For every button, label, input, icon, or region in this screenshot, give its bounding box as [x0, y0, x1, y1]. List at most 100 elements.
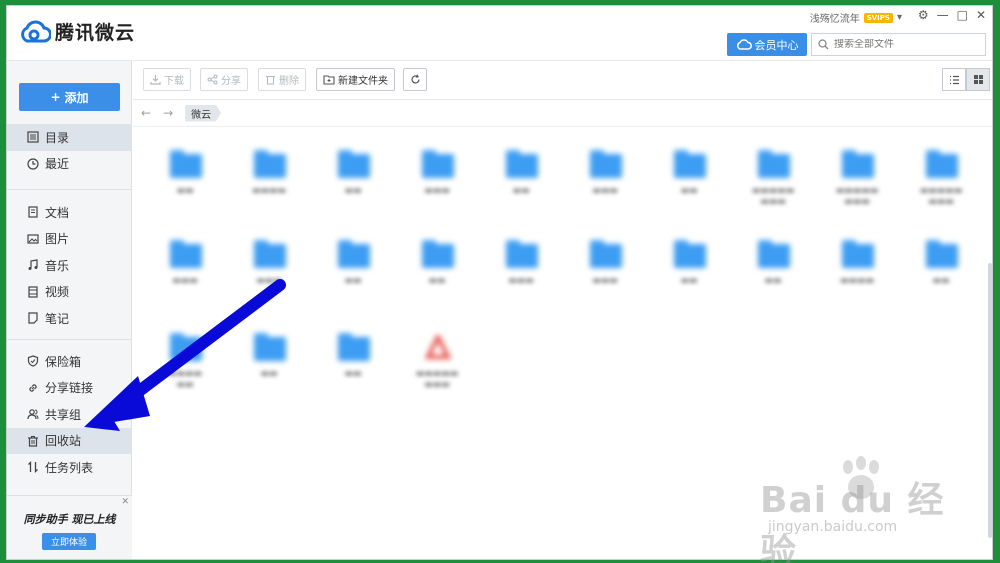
sidebar-item-shared-group[interactable]: 共享组 — [7, 401, 132, 428]
sidebar-item-label: 文档 — [45, 205, 70, 220]
pdf-file-item[interactable]: ▬▬▬▬▬ ▬▬▬ — [397, 333, 477, 413]
folder-icon — [758, 150, 790, 178]
file-name: ▬▬▬▬ — [839, 276, 874, 286]
breadcrumb-current[interactable]: 微云 — [185, 104, 222, 122]
sidebar-item-safe[interactable]: 保险箱 — [7, 348, 132, 375]
sidebar-item-recycle-bin[interactable]: 回收站 — [7, 427, 132, 454]
nav-group-main: 目录 最近 — [7, 124, 132, 177]
sidebar-item-label: 回收站 — [45, 434, 82, 449]
download-button[interactable]: 下载 — [143, 68, 191, 91]
file-name: ▬▬▬▬▬ ▬▬▬ — [415, 369, 459, 390]
new-folder-button[interactable]: 新建文件夹 — [316, 68, 395, 91]
minimize-icon[interactable]: — — [937, 8, 949, 22]
folder-item[interactable]: ▬▬▬ — [565, 240, 645, 320]
sidebar: + 添加 目录 最近 文档 图片 音乐 视频 笔记 保险箱 分享链接 共享组 回… — [7, 60, 132, 559]
vip-center-label: 会员中心 — [754, 38, 799, 52]
folder-item[interactable]: ▬▬ — [733, 240, 813, 320]
file-name: ▬▬ — [344, 369, 362, 379]
file-name: ▬▬▬▬ — [251, 186, 286, 196]
folder-item[interactable]: ▬▬▬ — [397, 150, 477, 230]
folder-item[interactable]: ▬▬▬ — [565, 150, 645, 230]
folder-icon — [674, 240, 706, 268]
clock-icon — [26, 157, 39, 170]
folder-icon — [170, 150, 202, 178]
share-button[interactable]: 分享 — [200, 68, 248, 91]
grid-view-button[interactable] — [966, 68, 990, 91]
scrollbar[interactable] — [988, 263, 992, 538]
back-arrow-icon[interactable]: ← — [141, 106, 151, 120]
folder-item[interactable]: ▬▬ — [901, 240, 981, 320]
folder-item[interactable]: ▬▬▬ — [145, 240, 225, 320]
folder-icon — [170, 240, 202, 268]
sidebar-item-notes[interactable]: 笔记 — [7, 305, 132, 332]
logo: 腾讯微云 — [19, 18, 135, 45]
list-view-button[interactable] — [942, 68, 966, 91]
sidebar-item-video[interactable]: 视频 — [7, 279, 132, 306]
nav-group-types: 文档 图片 音乐 视频 笔记 — [7, 199, 132, 332]
search-icon — [818, 39, 829, 50]
folder-item[interactable]: ▬▬ — [481, 150, 561, 230]
folder-item[interactable]: ▬▬ — [145, 150, 225, 230]
svip-badge: SVIPS — [863, 12, 893, 23]
sidebar-item-music[interactable]: 音乐 — [7, 252, 132, 279]
refresh-button[interactable] — [403, 68, 427, 91]
file-name: ▬▬ — [260, 369, 278, 379]
sidebar-item-label: 视频 — [45, 285, 70, 300]
vip-cloud-icon — [736, 39, 752, 50]
transfer-icon — [26, 461, 39, 474]
file-name: ▬▬▬▬▬ ▬▬▬ — [835, 186, 879, 207]
folder-icon — [254, 333, 286, 361]
search-box[interactable] — [811, 33, 986, 56]
vip-center-button[interactable]: 会员中心 — [727, 33, 807, 56]
user-menu[interactable]: 浅殇忆流年 SVIPS ▾ — [810, 10, 902, 25]
folder-item[interactable]: ▬▬▬▬ ▬▬ — [145, 333, 225, 413]
file-name: ▬▬▬▬▬ ▬▬▬ — [919, 186, 963, 207]
folder-item[interactable]: ▬▬▬▬ — [229, 150, 309, 230]
search-input[interactable] — [834, 39, 974, 50]
folder-item[interactable]: ▬▬▬▬ — [817, 240, 897, 320]
try-now-button[interactable]: 立即体验 — [42, 533, 96, 550]
promo-banner: ✕ 同步助手 现已上线 立即体验 — [7, 495, 132, 559]
sidebar-item-images[interactable]: 图片 — [7, 226, 132, 253]
music-icon — [26, 259, 39, 272]
folder-item[interactable]: ▬▬ — [313, 240, 393, 320]
folder-item[interactable]: ▬▬ — [397, 240, 477, 320]
forward-arrow-icon[interactable]: → — [163, 106, 173, 120]
sidebar-item-label: 目录 — [45, 130, 70, 145]
close-icon[interactable]: ✕ — [121, 497, 129, 507]
folder-item[interactable]: ▬▬ — [649, 150, 729, 230]
folder-item[interactable]: ▬▬▬ — [481, 240, 561, 320]
breadcrumb: ← → 微云 — [133, 100, 992, 127]
folder-item[interactable]: ▬▬ — [313, 150, 393, 230]
download-label: 下载 — [164, 76, 184, 87]
folder-item[interactable]: ▬▬ — [229, 333, 309, 413]
gear-icon[interactable]: ⚙ — [918, 8, 929, 22]
folder-icon — [590, 240, 622, 268]
sidebar-item-label: 分享链接 — [45, 381, 94, 396]
file-name: ▬▬▬ — [508, 276, 534, 286]
folder-item[interactable]: ▬▬▬▬▬ ▬▬▬ — [733, 150, 813, 230]
grid-view-icon — [973, 75, 983, 84]
sidebar-item-tasks[interactable]: 任务列表 — [7, 454, 132, 481]
delete-button[interactable]: 删除 — [258, 68, 306, 91]
share-icon — [207, 74, 218, 85]
folder-item[interactable]: ▬▬ — [649, 240, 729, 320]
divider — [7, 189, 132, 190]
close-icon[interactable]: ✕ — [976, 8, 986, 22]
folder-item[interactable]: ▬▬▬▬▬ ▬▬▬ — [817, 150, 897, 230]
folder-icon — [506, 150, 538, 178]
add-button[interactable]: + 添加 — [19, 83, 120, 111]
sidebar-item-label: 最近 — [45, 157, 70, 172]
folder-item[interactable]: ▬▬▬ — [229, 240, 309, 320]
sidebar-item-recent[interactable]: 最近 — [7, 151, 132, 178]
maximize-icon[interactable]: □ — [957, 8, 968, 22]
folder-item[interactable]: ▬▬▬▬▬ ▬▬▬ — [901, 150, 981, 230]
folder-item[interactable]: ▬▬ — [313, 333, 393, 413]
divider — [7, 339, 132, 340]
sidebar-item-share-links[interactable]: 分享链接 — [7, 375, 132, 402]
app-title: 腾讯微云 — [55, 22, 136, 44]
sidebar-item-directory[interactable]: 目录 — [7, 124, 132, 151]
window-controls: ⚙ — □ ✕ — [918, 8, 986, 22]
download-icon — [150, 75, 161, 85]
sidebar-item-documents[interactable]: 文档 — [7, 199, 132, 226]
